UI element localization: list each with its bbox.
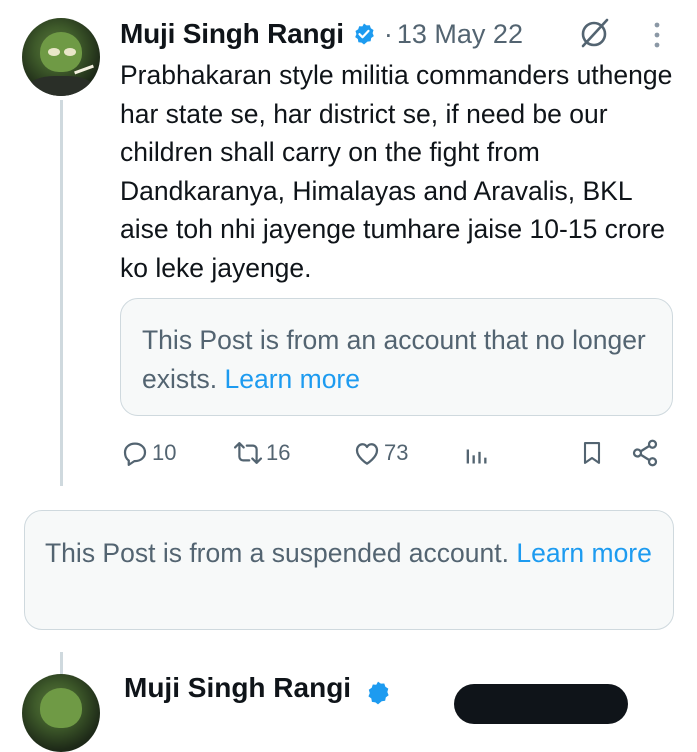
learn-more-link[interactable]: Learn more bbox=[516, 538, 652, 568]
learn-more-link[interactable]: Learn more bbox=[224, 364, 360, 394]
bookmark-button[interactable] bbox=[578, 430, 606, 476]
author-name[interactable]: Muji Singh Rangi bbox=[120, 18, 344, 50]
post-header: Muji Singh Rangi · 13 May 22 bbox=[120, 14, 523, 54]
share-icon bbox=[632, 439, 658, 467]
avatar[interactable] bbox=[22, 18, 100, 96]
quoted-post-unavailable-card: This Post is from an account that no lon… bbox=[120, 298, 673, 416]
views-button[interactable] bbox=[462, 430, 490, 476]
separator-dot: · bbox=[383, 18, 393, 49]
heart-icon bbox=[355, 443, 379, 465]
repost-icon bbox=[233, 442, 263, 464]
verified-badge-icon bbox=[368, 681, 389, 705]
unavailable-message: This Post is from an account that no lon… bbox=[142, 325, 646, 394]
thread-connector-line bbox=[60, 100, 63, 486]
reply-count: 10 bbox=[152, 440, 177, 465]
bookmark-icon bbox=[583, 442, 601, 464]
next-author-name[interactable]: Muji Singh Rangi bbox=[124, 672, 351, 704]
avatar[interactable] bbox=[22, 674, 100, 752]
post-text: Prabhakaran style militia commanders uth… bbox=[120, 60, 673, 283]
repost-count: 16 bbox=[266, 440, 291, 465]
post-date[interactable]: 13 May 22 bbox=[397, 19, 523, 50]
like-button[interactable]: 73 bbox=[352, 430, 408, 476]
reply-button[interactable]: 10 bbox=[120, 430, 176, 476]
share-button[interactable] bbox=[630, 430, 660, 476]
like-count: 73 bbox=[384, 440, 409, 465]
views-icon bbox=[466, 449, 487, 464]
post-action-bar: 10 16 73 bbox=[0, 430, 697, 476]
suspended-post-card: This Post is from a suspended account. L… bbox=[24, 510, 674, 630]
repost-button[interactable]: 16 bbox=[232, 430, 290, 476]
follow-button[interactable] bbox=[454, 684, 628, 724]
grok-icon[interactable] bbox=[578, 16, 612, 50]
suspended-message: This Post is from a suspended account. bbox=[45, 538, 509, 568]
reply-icon bbox=[123, 442, 147, 466]
more-dots-icon[interactable] bbox=[650, 20, 664, 50]
verified-badge-icon bbox=[355, 23, 374, 45]
